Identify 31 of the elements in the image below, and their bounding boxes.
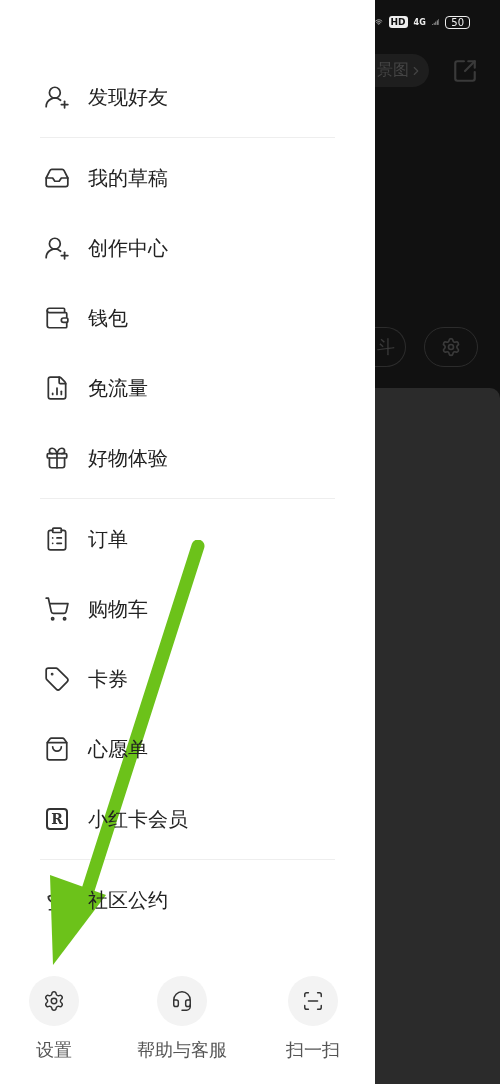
user-plus-icon bbox=[44, 84, 70, 110]
action-button[interactable]: 设置 bbox=[29, 976, 80, 1062]
menu-item[interactable]: 创作中心 bbox=[88, 234, 168, 262]
menu-item[interactable]: 好物体验 bbox=[88, 444, 168, 472]
menu-item[interactable]: 我的草稿 bbox=[88, 164, 168, 192]
settings-icon bbox=[43, 990, 66, 1012]
menu-item[interactable]: 发现好友 bbox=[88, 83, 168, 111]
cart-icon bbox=[44, 596, 70, 622]
r-badge-icon: R bbox=[46, 808, 68, 830]
user-plus-icon bbox=[44, 235, 70, 261]
share-icon bbox=[452, 57, 478, 84]
menu-item[interactable]: 卡券 bbox=[88, 665, 128, 693]
tray-icon bbox=[44, 165, 70, 191]
menu-item[interactable]: 购物车 bbox=[88, 595, 148, 623]
wallet-icon bbox=[44, 305, 70, 331]
hd-badge: HD bbox=[388, 16, 408, 28]
action-button[interactable]: 扫一扫 bbox=[285, 976, 340, 1062]
action-button[interactable]: 帮助与客服 bbox=[137, 976, 228, 1062]
headset-icon bbox=[171, 990, 194, 1012]
menu-item[interactable]: 免流量 bbox=[88, 374, 148, 402]
menu-item[interactable]: 订单 bbox=[88, 525, 128, 553]
gift-icon bbox=[44, 445, 70, 471]
clipboard-icon bbox=[44, 526, 70, 552]
network-label: 4G bbox=[413, 17, 426, 27]
bag-icon bbox=[44, 736, 70, 762]
battery-icon: 50 bbox=[445, 15, 470, 29]
file-chart-icon bbox=[44, 375, 70, 401]
menu-item[interactable]: 钱包 bbox=[88, 304, 128, 332]
settings-icon bbox=[441, 337, 461, 357]
scan-icon bbox=[301, 990, 324, 1012]
tag-icon bbox=[44, 666, 70, 692]
